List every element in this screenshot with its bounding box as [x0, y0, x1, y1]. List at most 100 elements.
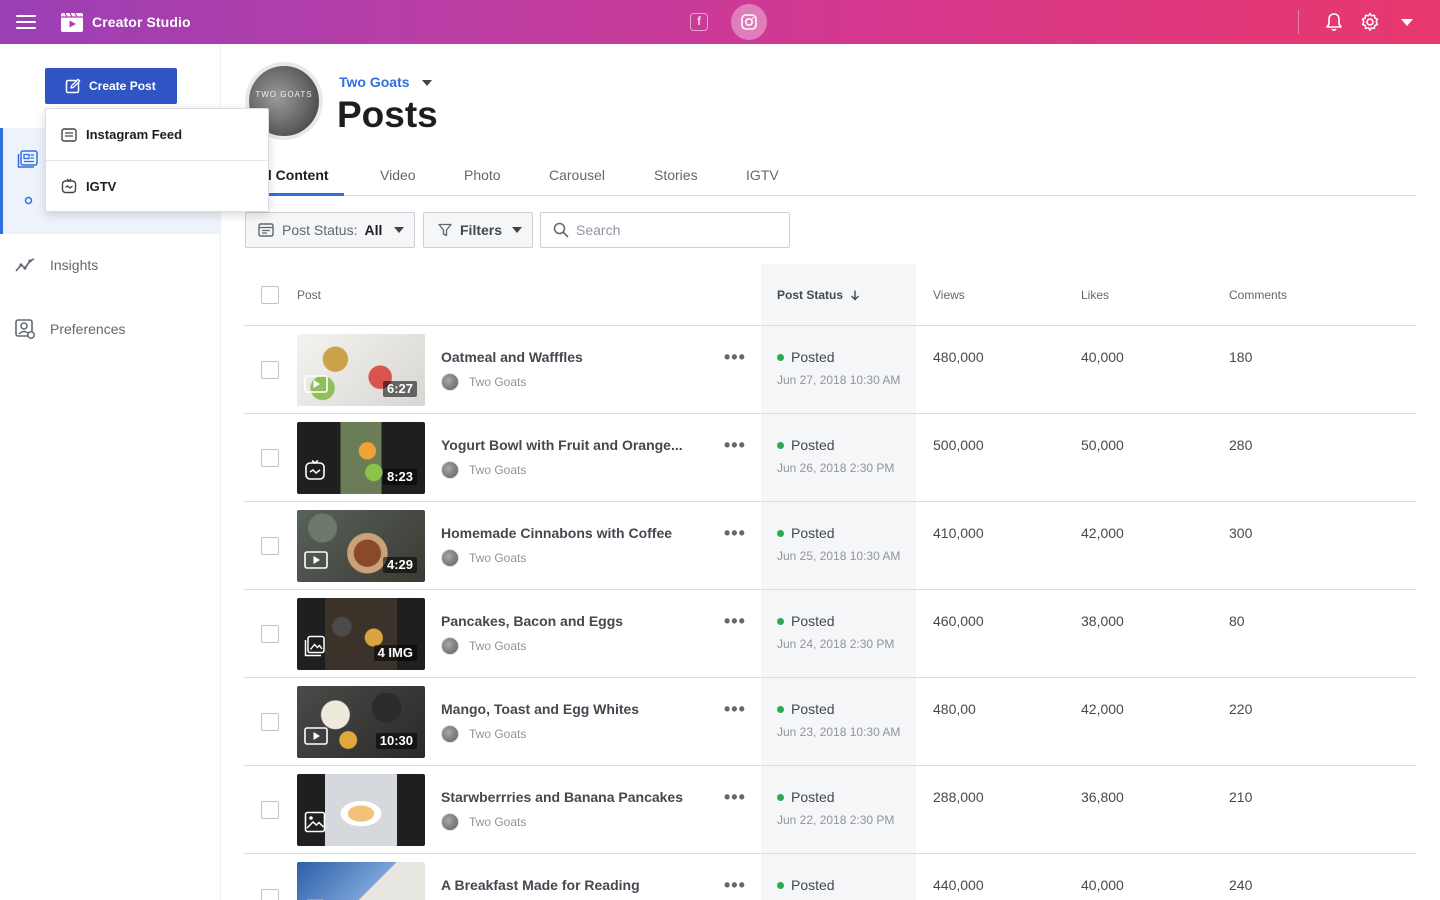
post-thumbnail[interactable]: 4 IMG: [297, 598, 425, 670]
status-text: Posted: [791, 437, 835, 453]
author-name: Two Goats: [469, 815, 527, 829]
duration-badge: 10:30: [375, 733, 417, 749]
tab-igtv[interactable]: IGTV: [746, 167, 779, 183]
facebook-switch-icon[interactable]: f: [690, 13, 708, 31]
post-thumbnail[interactable]: [297, 774, 425, 846]
status-badge: Posted: [777, 349, 835, 365]
more-options-icon[interactable]: •••: [724, 788, 746, 806]
post-title[interactable]: Yogurt Bowl with Fruit and Orange...: [441, 437, 683, 453]
search-input[interactable]: [576, 222, 776, 238]
likes-count: 40,000: [1081, 877, 1124, 893]
post-date: Jun 26, 2018 2:30 PM: [777, 461, 895, 475]
more-options-icon[interactable]: •••: [724, 348, 746, 366]
status-dot: [777, 705, 784, 713]
sidebar-item-label: Insights: [50, 257, 99, 273]
column-views[interactable]: Views: [933, 288, 965, 302]
post-date: Jun 22, 2018 2:30 PM: [777, 813, 895, 827]
post-thumbnail[interactable]: 6:27: [297, 334, 425, 406]
post-title[interactable]: Starwberrries and Banana Pancakes: [441, 789, 683, 805]
table-row[interactable]: 4:29 Homemade Cinnabons with Coffee Two Go…: [244, 502, 1416, 590]
feed-icon: [61, 127, 77, 142]
filter-icon: [438, 223, 452, 237]
status-dot: [777, 793, 784, 801]
table-row[interactable]: Starwberrries and Banana Pancakes Two Goa…: [244, 766, 1416, 854]
post-title[interactable]: Mango, Toast and Egg Whites: [441, 701, 639, 717]
table-row[interactable]: 6:27 Oatmeal and Wafffles Two Goats ••• Post…: [244, 326, 1416, 414]
post-author: Two Goats: [441, 549, 526, 567]
more-options-icon[interactable]: •••: [724, 524, 746, 542]
status-text: Posted: [791, 701, 835, 717]
sidebar-active-indicator: [0, 128, 3, 234]
create-post-button[interactable]: Create Post: [45, 68, 177, 104]
instagram-dot-icon[interactable]: [24, 196, 33, 205]
tab-video[interactable]: Video: [380, 167, 416, 183]
table-row[interactable]: 10:30 Mango, Toast and Egg Whites Two Goat…: [244, 678, 1416, 766]
row-checkbox[interactable]: [261, 713, 279, 731]
post-thumbnail[interactable]: 8:23: [297, 422, 425, 494]
post-thumbnail[interactable]: [297, 862, 425, 900]
post-title[interactable]: A Breakfast Made for Reading: [441, 877, 640, 893]
insights-icon: [15, 258, 35, 272]
menu-item-igtv[interactable]: IGTV: [46, 160, 268, 211]
sidebar-item-label: Preferences: [50, 321, 126, 337]
table-row[interactable]: A Breakfast Made for ReadingTwo Goats•••…: [244, 854, 1416, 900]
row-checkbox[interactable]: [261, 801, 279, 819]
gear-icon[interactable]: [1359, 11, 1381, 33]
status-badge: Posted: [777, 701, 835, 717]
status-dot: [777, 617, 784, 625]
select-all-checkbox[interactable]: [261, 286, 279, 304]
status-dot: [777, 881, 784, 889]
post-title[interactable]: Oatmeal and Wafffles: [441, 349, 583, 365]
page-title: Posts: [337, 94, 438, 135]
post-author: Two Goats: [441, 813, 526, 831]
content-library-icon[interactable]: [17, 150, 39, 168]
column-likes[interactable]: Likes: [1081, 288, 1109, 302]
table-row[interactable]: 8:23 Yogurt Bowl with Fruit and Orange...…: [244, 414, 1416, 502]
comments-count: 80: [1229, 613, 1245, 629]
filters-button[interactable]: Filters: [423, 212, 533, 248]
top-divider: [1298, 10, 1299, 34]
status-text: Posted: [791, 789, 835, 805]
table-row[interactable]: 4 IMG Pancakes, Bacon and Eggs Two Goats ••…: [244, 590, 1416, 678]
preferences-icon: [15, 319, 35, 339]
more-options-icon[interactable]: •••: [724, 876, 746, 894]
row-checkbox[interactable]: [261, 361, 279, 379]
post-status-filter[interactable]: Post Status: All: [245, 212, 415, 248]
row-checkbox[interactable]: [261, 537, 279, 555]
hamburger-menu-icon[interactable]: [16, 12, 36, 32]
account-caret-icon[interactable]: [1396, 11, 1418, 33]
account-switch-caret-icon[interactable]: [422, 80, 432, 86]
row-checkbox[interactable]: [261, 889, 279, 900]
column-post-status[interactable]: Post Status: [777, 288, 861, 302]
instagram-switch-icon[interactable]: [731, 4, 767, 40]
sidebar-item-insights[interactable]: Insights: [14, 253, 98, 277]
tab-carousel[interactable]: Carousel: [549, 167, 605, 183]
column-comments[interactable]: Comments: [1229, 288, 1287, 302]
post-title[interactable]: Pancakes, Bacon and Eggs: [441, 613, 623, 629]
post-date: Jun 23, 2018 10:30 AM: [777, 725, 901, 739]
avatar-text: TWO GOATS: [255, 90, 313, 99]
post-thumbnail[interactable]: 4:29: [297, 510, 425, 582]
tab-stories[interactable]: Stories: [654, 167, 698, 183]
account-name[interactable]: Two Goats: [339, 74, 410, 90]
status-text: Posted: [791, 525, 835, 541]
creator-studio-logo: [61, 12, 83, 32]
row-checkbox[interactable]: [261, 625, 279, 643]
bell-icon[interactable]: [1323, 11, 1345, 33]
likes-count: 38,000: [1081, 613, 1124, 629]
more-options-icon[interactable]: •••: [724, 700, 746, 718]
sidebar-item-preferences[interactable]: Preferences: [14, 317, 125, 341]
author-avatar: [441, 725, 459, 743]
post-thumbnail[interactable]: 10:30: [297, 686, 425, 758]
create-post-menu: Instagram Feed IGTV: [45, 108, 269, 212]
more-options-icon[interactable]: •••: [724, 436, 746, 454]
more-options-icon[interactable]: •••: [724, 612, 746, 630]
tab-photo[interactable]: Photo: [464, 167, 501, 183]
tab-all-content[interactable]: ll Content: [264, 167, 329, 183]
post-title[interactable]: Homemade Cinnabons with Coffee: [441, 525, 672, 541]
top-bar: Creator Studio f: [0, 0, 1440, 44]
table-header: Post Post Status Views Likes Comments: [244, 264, 1416, 326]
row-checkbox[interactable]: [261, 449, 279, 467]
author-avatar: [441, 373, 459, 391]
menu-item-instagram-feed[interactable]: Instagram Feed: [46, 109, 268, 160]
